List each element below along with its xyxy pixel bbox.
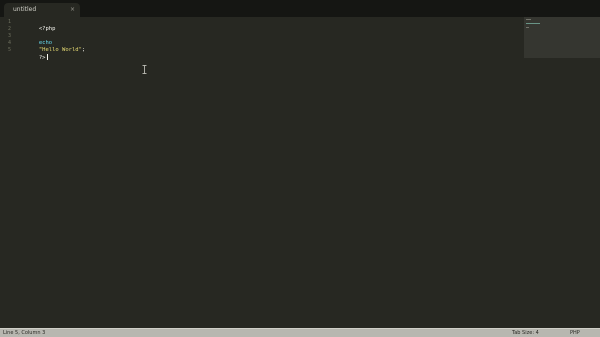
echo-keyword: echo (38, 40, 53, 46)
line-number: 1 (7, 19, 11, 25)
line-number: 4 (7, 40, 11, 46)
minimap-line (526, 19, 531, 20)
tab-untitled[interactable]: untitled × (4, 3, 80, 17)
syntax-selector[interactable]: PHP (570, 330, 580, 337)
cursor-position: Line 5, Column 3 (3, 330, 46, 336)
line-number: 3 (7, 33, 11, 39)
php-close-tag: ?> (38, 55, 46, 61)
editor-window: untitled × 1 2 3 4 5 <?php echo "Hello W… (0, 0, 600, 337)
text-cursor (46, 54, 48, 60)
php-open-tag: <?php (38, 26, 56, 32)
close-icon[interactable]: × (70, 5, 75, 14)
minimap[interactable] (524, 17, 600, 58)
line-gutter: 1 2 3 4 5 (0, 17, 14, 328)
code-line-5: ?> (19, 47, 48, 69)
line-number: 5 (7, 47, 11, 53)
tab-bar: untitled × (0, 0, 600, 17)
ibeam-cursor-icon (142, 65, 147, 74)
line-number: 2 (7, 26, 11, 32)
statement-terminator: ; (81, 47, 86, 53)
code-editor[interactable]: 1 2 3 4 5 <?php echo "Hello World"; ?> (0, 17, 600, 328)
minimap-line (526, 27, 529, 28)
tab-title: untitled (13, 6, 37, 13)
minimap-line (526, 23, 540, 24)
status-bar: Line 5, Column 3 Tab Size: 4 PHP (0, 328, 600, 337)
tab-size-selector[interactable]: Tab Size: 4 (512, 330, 539, 337)
